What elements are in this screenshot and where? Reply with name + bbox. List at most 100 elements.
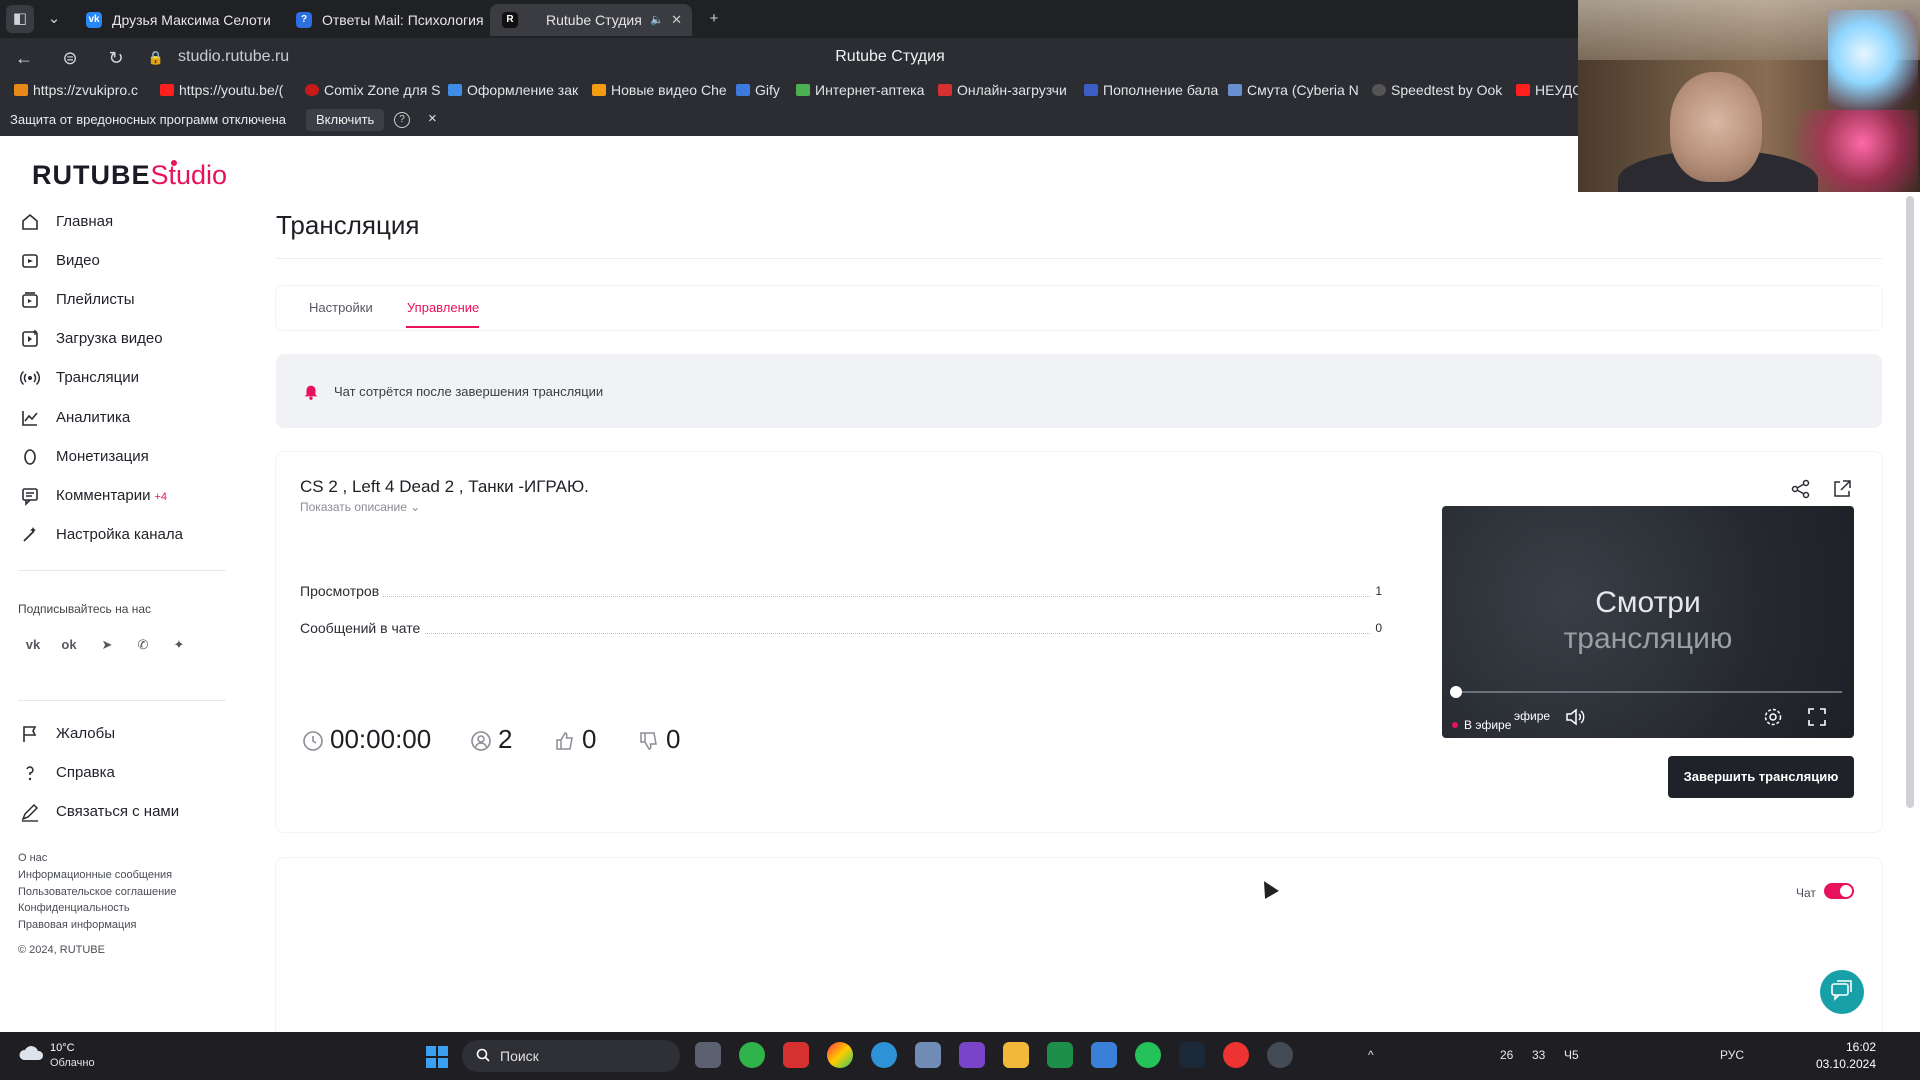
bookmark-item[interactable]: Онлайн-загрузчи xyxy=(938,82,1067,98)
clock-date[interactable]: 03.10.2024 xyxy=(1796,1057,1876,1071)
bookmark-item[interactable]: НЕУДО xyxy=(1516,82,1583,98)
browser-menu-icon[interactable]: ◧ xyxy=(6,5,34,33)
end-stream-button[interactable]: Завершить трансляцию xyxy=(1668,756,1854,798)
sidebar-item-video[interactable]: Видео xyxy=(20,247,220,275)
sidebar-item-monetization[interactable]: Монетизация xyxy=(20,443,220,471)
calculator-icon[interactable] xyxy=(915,1042,941,1068)
share-icon[interactable] xyxy=(1790,478,1812,500)
viber-social-icon[interactable]: ✆ xyxy=(132,634,154,656)
speaker-icon[interactable]: 🔈 xyxy=(650,4,664,36)
sidebar-item-channel-settings[interactable]: Настройка канала xyxy=(20,521,220,549)
tray-number[interactable]: 33 xyxy=(1532,1048,1545,1062)
title-divider xyxy=(276,258,1882,259)
views-value: 1 xyxy=(1371,584,1382,598)
tab-mail-answers[interactable]: ? Ответы Mail: Психология xyxy=(284,4,484,36)
chat-toggle[interactable] xyxy=(1824,883,1854,899)
vk-icon: vk xyxy=(86,12,102,28)
comments-icon xyxy=(22,488,38,506)
notepad-icon[interactable] xyxy=(1091,1042,1117,1068)
tab-settings[interactable]: Настройки xyxy=(309,300,373,315)
bookmark-item[interactable]: https://zvukipro.c xyxy=(14,82,138,98)
tray-number[interactable]: Ч5 xyxy=(1564,1048,1579,1062)
folder-icon[interactable] xyxy=(1003,1042,1029,1068)
stream-preview-player[interactable]: Смотри трансляцию В эфире эфире xyxy=(1442,506,1854,738)
footer-link-terms[interactable]: Пользовательское соглашение xyxy=(18,886,176,898)
rutube-studio-logo[interactable]: RUTUBEStudio xyxy=(32,160,227,191)
taskbar-search[interactable]: Поиск xyxy=(462,1040,680,1072)
window-title: Rutube Студия xyxy=(835,48,945,65)
sidebar-item-complaints[interactable]: Жалобы xyxy=(20,720,220,748)
bookmark-item[interactable]: Смута (Cyberia N xyxy=(1228,82,1359,98)
task-view-icon[interactable] xyxy=(695,1042,721,1068)
footer-link-about[interactable]: О нас xyxy=(18,852,47,864)
clock-time[interactable]: 16:02 xyxy=(1816,1040,1876,1054)
mail-answers-icon: ? xyxy=(296,12,312,28)
broadcast-icon xyxy=(20,370,40,386)
support-chat-button[interactable] xyxy=(1820,970,1864,1014)
close-infobar-icon[interactable]: × xyxy=(428,110,437,127)
app-icon[interactable] xyxy=(959,1042,985,1068)
yandex-browser-icon[interactable] xyxy=(1223,1042,1249,1068)
sidebar-item-home[interactable]: Главная xyxy=(20,208,220,236)
sidebar-item-broadcasts[interactable]: Трансляции xyxy=(20,364,220,392)
tray-overflow-icon[interactable]: ^ xyxy=(1368,1048,1374,1062)
sidebar-item-comments[interactable]: Комментарии +4 xyxy=(20,482,220,510)
tray-number[interactable]: 26 xyxy=(1500,1048,1513,1062)
tab-list-chevron-icon[interactable]: ⌄ xyxy=(40,5,68,33)
download-icon[interactable] xyxy=(1047,1042,1073,1068)
windows-taskbar: 10°C Облачно Поиск ^ 26 33 Ч5 РУС 16:02 … xyxy=(0,1032,1920,1080)
app-icon[interactable] xyxy=(739,1042,765,1068)
close-tab-icon[interactable]: ✕ xyxy=(671,4,682,36)
language-indicator[interactable]: РУС xyxy=(1720,1048,1744,1062)
footer-link-info[interactable]: Информационные сообщения xyxy=(18,869,172,881)
steam-icon[interactable] xyxy=(1179,1042,1205,1068)
page-scrollbar[interactable] xyxy=(1906,196,1914,808)
new-tab-plus-icon[interactable]: + xyxy=(700,5,728,33)
sidebar-item-contact[interactable]: Связаться с нами xyxy=(20,798,220,826)
ok-social-icon[interactable]: ok xyxy=(58,634,80,656)
open-external-icon[interactable] xyxy=(1831,478,1853,500)
footer-link-legal[interactable]: Правовая информация xyxy=(18,919,136,931)
tab-vk[interactable]: vk Друзья Максима Селоти xyxy=(74,4,274,36)
tab-management[interactable]: Управление xyxy=(407,300,479,315)
live-dot xyxy=(1452,722,1458,728)
dislike-icon xyxy=(640,732,657,750)
bookmark-item[interactable]: Оформление зак xyxy=(448,82,578,98)
page-title: Трансляция xyxy=(276,210,420,240)
app-icon[interactable] xyxy=(1267,1042,1293,1068)
clock-icon xyxy=(303,731,323,751)
volume-icon[interactable] xyxy=(1564,706,1586,728)
bookmark-item[interactable]: Пополнение бала xyxy=(1084,82,1218,98)
weather-desc[interactable]: Облачно xyxy=(50,1057,95,1069)
player-progress-bar[interactable] xyxy=(1454,691,1842,693)
player-text-stream: трансляцию xyxy=(1563,622,1733,655)
whatsapp-icon[interactable] xyxy=(1135,1042,1161,1068)
tab-rutube-studio[interactable]: R Rutube Студия 🔈 ✕ xyxy=(490,4,692,36)
bookmark-item[interactable]: Speedtest by Ook xyxy=(1372,82,1502,98)
footer-link-privacy[interactable]: Конфиденциальность xyxy=(18,902,130,914)
app-icon[interactable] xyxy=(783,1042,809,1068)
vk-social-icon[interactable]: vk xyxy=(22,634,44,656)
telegram-social-icon[interactable]: ➤ xyxy=(96,634,118,656)
windows-start-icon[interactable] xyxy=(426,1046,448,1068)
enable-protection-button[interactable]: Включить xyxy=(306,109,385,131)
player-progress-knob[interactable] xyxy=(1450,686,1462,698)
bookmark-item[interactable]: Comix Zone для S xyxy=(305,82,441,98)
more-social-icon[interactable]: ✦ xyxy=(168,634,190,656)
app-icon[interactable] xyxy=(827,1042,853,1068)
fullscreen-icon[interactable] xyxy=(1806,706,1828,728)
settings-gear-icon[interactable] xyxy=(1762,706,1784,728)
bookmark-item[interactable]: Новые видео Che xyxy=(592,82,727,98)
sidebar-item-help[interactable]: Справка xyxy=(20,759,220,787)
sidebar-item-upload[interactable]: Загрузка видео xyxy=(20,325,220,353)
bookmark-item[interactable]: https://youtu.be/( xyxy=(160,82,283,98)
bookmark-item[interactable]: Gify xyxy=(736,82,780,98)
weather-temp[interactable]: 10°C xyxy=(50,1042,75,1054)
show-description-toggle[interactable]: Показать описание ⌄ xyxy=(300,500,420,514)
help-icon[interactable]: ? xyxy=(394,112,410,128)
bookmark-item[interactable]: Интернет-аптека xyxy=(796,82,924,98)
app-icon[interactable] xyxy=(871,1042,897,1068)
dotted-leader xyxy=(300,633,1382,634)
sidebar-item-analytics[interactable]: Аналитика xyxy=(20,404,220,432)
sidebar-item-playlists[interactable]: Плейлисты xyxy=(20,286,220,314)
